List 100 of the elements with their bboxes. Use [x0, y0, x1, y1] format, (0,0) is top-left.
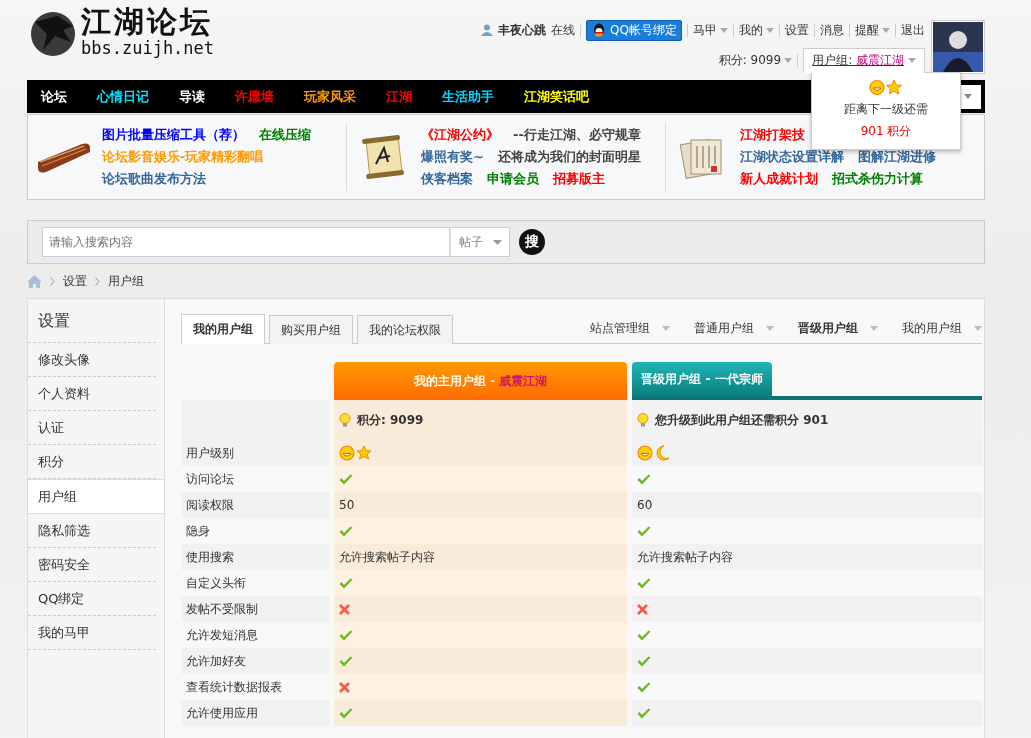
- row-label: 允许加好友: [186, 652, 246, 670]
- cross-icon: [637, 603, 648, 615]
- smiley-moon-icon: [637, 445, 670, 461]
- caret-icon: [974, 325, 982, 331]
- row-label: 用户级别: [186, 444, 234, 462]
- row-label: 查看统计数据报表: [186, 678, 282, 696]
- summary-text: 积分: 9099: [357, 411, 424, 429]
- nav-link[interactable]: 江湖笑话吧: [524, 87, 589, 106]
- nav-link[interactable]: 许愿墙: [235, 87, 274, 106]
- promo-link[interactable]: 图解江湖进修: [858, 148, 936, 166]
- promo-link[interactable]: 招式杀伤力计算: [832, 170, 923, 188]
- check-icon: [339, 707, 353, 719]
- group-filter-link[interactable]: 晋级用户组: [798, 319, 878, 337]
- promo-link[interactable]: 图片批量压缩工具（荐）: [102, 126, 245, 144]
- promo-link[interactable]: 侠客档案: [421, 170, 473, 188]
- nav-link[interactable]: 生活助手: [442, 87, 494, 106]
- sidebar-item[interactable]: 个人资料: [28, 377, 156, 411]
- caret-icon: [784, 57, 793, 63]
- search-button[interactable]: 搜: [519, 229, 545, 255]
- points-needed: 901 积分: [860, 122, 912, 140]
- user-menu-link[interactable]: 设置: [785, 21, 809, 39]
- sidebar-item[interactable]: QQ绑定: [28, 582, 156, 616]
- group-filter-link[interactable]: 我的用户组: [902, 319, 982, 337]
- check-icon: [637, 707, 651, 719]
- user-menu-link[interactable]: 消息: [820, 21, 844, 39]
- promo-link[interactable]: 申请会员: [487, 170, 539, 188]
- cross-icon: [339, 681, 350, 693]
- breadcrumb-link[interactable]: 用户组: [108, 272, 144, 290]
- check-icon: [637, 525, 651, 537]
- sidebar-item[interactable]: 认证: [28, 411, 156, 445]
- promo-link[interactable]: 江湖状态设置详解: [740, 148, 844, 166]
- cell-text: 允许搜索帖子内容: [339, 548, 435, 566]
- promo-link[interactable]: 《江湖公约》: [421, 126, 499, 144]
- avatar[interactable]: [931, 20, 985, 74]
- sidebar-item[interactable]: 用户组: [28, 479, 165, 514]
- row-label: 隐身: [186, 522, 210, 540]
- usergroup-link[interactable]: 用户组: 威震江湖: [803, 47, 925, 73]
- nav-link[interactable]: 江湖: [386, 87, 412, 106]
- promo-link[interactable]: 招募版主: [553, 170, 605, 188]
- promo-link[interactable]: 爆照有奖~: [421, 148, 484, 166]
- nav-link[interactable]: 导读: [179, 87, 205, 106]
- tab[interactable]: 购买用户组: [269, 315, 353, 344]
- caret-icon: [766, 27, 774, 33]
- promo-link[interactable]: 还将成为我们的封面明星: [497, 148, 641, 166]
- check-icon: [339, 473, 353, 485]
- check-icon: [339, 525, 353, 537]
- check-icon: [637, 473, 651, 485]
- promo-link[interactable]: --行走江湖、必守规章: [513, 126, 641, 144]
- user-menu-link[interactable]: 我的: [739, 21, 774, 39]
- sidebar-item[interactable]: 修改头像: [28, 343, 156, 377]
- next-level-text: 距离下一级还需: [844, 100, 928, 118]
- logo-url: bbs.zuijh.net: [81, 40, 215, 57]
- group-filter-link[interactable]: 站点管理组: [590, 319, 670, 337]
- nav-link[interactable]: 心情日记: [97, 87, 149, 106]
- promo-link[interactable]: 新人成就计划: [740, 170, 818, 188]
- user-menu-link[interactable]: 退出: [901, 21, 925, 39]
- summary-text: 您升级到此用户组还需积分 901: [655, 411, 829, 429]
- cell-text: 允许搜索帖子内容: [637, 548, 733, 566]
- cell-text: 50: [339, 498, 355, 512]
- check-icon: [637, 681, 651, 693]
- level-icon: [869, 78, 903, 96]
- promo-link[interactable]: 在线压缩: [259, 126, 311, 144]
- search-field[interactable]: 请输入搜索内容: [42, 227, 450, 257]
- logo-title[interactable]: 江湖论坛: [81, 7, 215, 37]
- cross-icon: [339, 603, 350, 615]
- row-label: 阅读权限: [186, 496, 234, 514]
- cell-text: 60: [637, 498, 653, 512]
- qq-bind-button[interactable]: QQ帐号绑定: [586, 19, 682, 41]
- promo-link[interactable]: 江湖打架技: [740, 126, 805, 144]
- group-filter-link[interactable]: 普通用户组: [694, 319, 774, 337]
- row-label: 使用搜索: [186, 548, 234, 566]
- sidebar-item[interactable]: 密码安全: [28, 548, 156, 582]
- breadcrumb-link[interactable]: 设置: [63, 272, 87, 290]
- smiley-star-icon: [339, 445, 372, 461]
- caret-icon: [662, 325, 670, 331]
- caret-icon: [720, 27, 728, 33]
- sidebar-item[interactable]: 我的马甲: [28, 616, 156, 650]
- promo-link[interactable]: 论坛歌曲发布方法: [102, 170, 206, 188]
- user-menu-link[interactable]: 马甲: [693, 21, 728, 39]
- column-header: 晋级用户组 - 一代宗师: [632, 362, 772, 396]
- check-icon: [339, 629, 353, 641]
- sidebar-item[interactable]: 隐私筛选: [28, 514, 156, 548]
- search-scope-select[interactable]: 帖子: [450, 227, 510, 257]
- nav-link[interactable]: 玩家风采: [304, 87, 356, 106]
- row-label: 允许发短消息: [186, 626, 258, 644]
- username-link[interactable]: 丰夜心跳: [498, 21, 547, 39]
- caret-icon: [908, 57, 916, 63]
- column-header: 我的主用户组 - 威震江湖: [334, 362, 627, 400]
- chevron-icon: [50, 276, 55, 286]
- row-label: 允许使用应用: [186, 704, 258, 722]
- tab[interactable]: 我的论坛权限: [357, 315, 453, 344]
- tab[interactable]: 我的用户组: [181, 314, 265, 344]
- nav-link[interactable]: 论坛: [41, 87, 67, 106]
- user-menu-link[interactable]: 提醒: [855, 21, 890, 39]
- check-icon: [637, 577, 651, 589]
- caret-icon: [882, 27, 890, 33]
- points-link[interactable]: 积分: 9099: [718, 51, 793, 69]
- lightbulb-icon: [637, 413, 649, 427]
- online-status: 在线: [551, 21, 576, 39]
- row-label: 自定义头衔: [186, 574, 246, 592]
